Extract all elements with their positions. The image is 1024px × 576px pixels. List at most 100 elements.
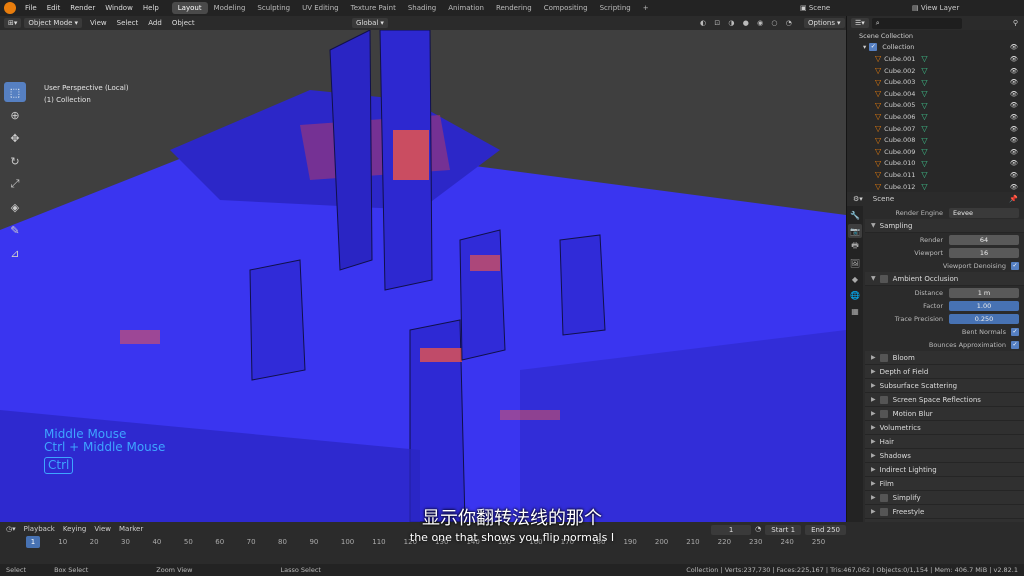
properties-panel-film[interactable]: ▶ Film	[865, 477, 1024, 491]
eye-icon[interactable]: 👁	[1010, 183, 1018, 191]
panel-checkbox[interactable]	[879, 409, 888, 418]
menu-file[interactable]: File	[20, 4, 42, 12]
bounces-row[interactable]: Bounces Approximation ✓	[865, 338, 1024, 351]
outliner-collection[interactable]: ▾ ✓ Collection 👁	[847, 42, 1024, 54]
view-layer-tab-icon[interactable]: 🖼	[848, 256, 862, 270]
outliner-item[interactable]: ▽ Cube.004 ▽ 👁	[847, 88, 1024, 100]
eye-icon[interactable]: 👁	[1010, 67, 1018, 75]
scale-icon[interactable]: ⤢	[4, 174, 26, 194]
end-frame-field[interactable]: End 250	[805, 525, 846, 535]
eye-icon[interactable]: 👁	[1010, 125, 1018, 133]
outliner-item[interactable]: ▽ Cube.005 ▽ 👁	[847, 100, 1024, 112]
panel-checkbox[interactable]	[879, 353, 888, 362]
properties-panel-shadows[interactable]: ▶ Shadows	[865, 449, 1024, 463]
options-dropdown[interactable]: Options ▾	[804, 18, 845, 28]
properties-editor-icon[interactable]: ⚙▾	[853, 195, 863, 203]
bent-normals-checkbox[interactable]: ✓	[1011, 327, 1019, 336]
add-workspace-icon[interactable]: +	[637, 2, 655, 14]
timeline-ruler[interactable]: 1102030405060708090100110120130140150160…	[0, 538, 846, 550]
tab-compositing[interactable]: Compositing	[538, 2, 594, 14]
factor-field[interactable]: 1.00	[949, 300, 1019, 311]
tab-shading[interactable]: Shading	[402, 2, 442, 14]
timeline-menu-playback[interactable]: Playback	[24, 525, 55, 533]
properties-panel-screen-space-reflections[interactable]: ▶ Screen Space Reflections	[865, 393, 1024, 407]
playhead[interactable]: 1	[26, 536, 40, 548]
tab-uv-editing[interactable]: UV Editing	[296, 2, 345, 14]
tab-layout[interactable]: Layout	[171, 2, 208, 14]
panel-checkbox[interactable]	[879, 507, 888, 516]
rotate-icon[interactable]: ↻	[4, 151, 26, 171]
tab-scripting[interactable]: Scripting	[594, 2, 637, 14]
eye-icon[interactable]: 👁	[1010, 136, 1018, 144]
outliner-item[interactable]: ▽ Cube.002 ▽ 👁	[847, 65, 1024, 77]
ambient-occlusion-panel[interactable]: ▼ Ambient Occlusion	[865, 272, 1024, 286]
distance-field[interactable]: 1 m	[949, 287, 1019, 298]
panel-checkbox[interactable]	[879, 395, 888, 404]
outliner-item[interactable]: ▽ Cube.010 ▽ 👁	[847, 158, 1024, 170]
outliner-item[interactable]: ▽ Cube.007 ▽ 👁	[847, 123, 1024, 135]
tool-tab-icon[interactable]: 🔧	[848, 208, 862, 222]
tab-modeling[interactable]: Modeling	[208, 2, 252, 14]
tab-rendering[interactable]: Rendering	[490, 2, 538, 14]
object-tab-icon[interactable]: ▦	[848, 304, 862, 318]
scene-tab-icon[interactable]: ◆	[848, 272, 862, 286]
pin-icon[interactable]: 📌	[1009, 195, 1018, 203]
outliner-item[interactable]: ▽ Cube.001 ▽ 👁	[847, 53, 1024, 65]
viewport-denoising-checkbox[interactable]: ✓	[1011, 261, 1019, 270]
properties-panel-bloom[interactable]: ▶ Bloom	[865, 351, 1024, 365]
transform-icon[interactable]: ◈	[4, 197, 26, 217]
sampling-panel[interactable]: ▼ Sampling	[865, 219, 1024, 233]
clock-icon[interactable]: ◔	[755, 525, 761, 535]
outliner-item[interactable]: ▽ Cube.012 ▽ 👁	[847, 181, 1024, 193]
timeline-menu-view[interactable]: View	[94, 525, 111, 533]
viewport-menu-select[interactable]: Select	[112, 19, 144, 27]
render-samples-field[interactable]: 64	[949, 234, 1019, 245]
viewport-menu-add[interactable]: Add	[143, 19, 167, 27]
collection-checkbox[interactable]: ✓	[869, 43, 878, 52]
outliner-item[interactable]: ▽ Cube.006 ▽ 👁	[847, 111, 1024, 123]
render-tab-icon[interactable]: 📷	[848, 224, 862, 238]
eye-icon[interactable]: 👁	[1010, 43, 1018, 51]
properties-panel-hair[interactable]: ▶ Hair	[865, 435, 1024, 449]
move-icon[interactable]: ✥	[4, 128, 26, 148]
tab-texture-paint[interactable]: Texture Paint	[345, 2, 402, 14]
cursor-icon[interactable]: ⊕	[4, 105, 26, 125]
timeline-menu-keying[interactable]: Keying	[63, 525, 87, 533]
tab-animation[interactable]: Animation	[442, 2, 490, 14]
filter-icon[interactable]: ⚲	[1013, 19, 1018, 27]
properties-panel-simplify[interactable]: ▶ Simplify	[865, 491, 1024, 505]
world-tab-icon[interactable]: 🌐	[848, 288, 862, 302]
trace-precision-field[interactable]: 0.250	[949, 313, 1019, 324]
properties-panel-depth-of-field[interactable]: ▶ Depth of Field	[865, 365, 1024, 379]
scene-selector[interactable]: ▣ Scene	[800, 4, 830, 12]
bounces-checkbox[interactable]: ✓	[1011, 340, 1019, 349]
select-box-icon[interactable]: ⬚	[4, 82, 26, 102]
menu-render[interactable]: Render	[65, 4, 100, 12]
outliner-item[interactable]: ▽ Cube.008 ▽ 👁	[847, 134, 1024, 146]
viewport-denoising-row[interactable]: Viewport Denoising ✓	[865, 259, 1024, 272]
render-engine-dropdown[interactable]: Eevee	[949, 207, 1019, 218]
menu-window[interactable]: Window	[100, 4, 138, 12]
timeline-editor-icon[interactable]: ◷▾	[6, 525, 16, 533]
properties-panel-freestyle[interactable]: ▶ Freestyle	[865, 505, 1024, 519]
annotate-icon[interactable]: ✎	[4, 220, 26, 240]
properties-panel-subsurface-scattering[interactable]: ▶ Subsurface Scattering	[865, 379, 1024, 393]
eye-icon[interactable]: 👁	[1010, 55, 1018, 63]
eye-icon[interactable]: 👁	[1010, 101, 1018, 109]
outliner-item[interactable]: ▽ Cube.003 ▽ 👁	[847, 76, 1024, 88]
eye-icon[interactable]: 👁	[1010, 78, 1018, 86]
outliner-item[interactable]: ▽ Cube.011 ▽ 👁	[847, 169, 1024, 181]
bent-normals-row[interactable]: Bent Normals ✓	[865, 325, 1024, 338]
start-frame-field[interactable]: Start 1	[765, 525, 802, 535]
blender-logo-icon[interactable]	[4, 2, 16, 14]
eye-icon[interactable]: 👁	[1010, 159, 1018, 167]
transform-orientation-dropdown[interactable]: Global ▾	[352, 18, 388, 28]
outliner-search-input[interactable]: ⌕	[871, 17, 962, 29]
outliner-scene-collection[interactable]: Scene Collection	[847, 30, 1024, 42]
navigation-gizmo[interactable]	[804, 34, 840, 184]
viewport-menu-object[interactable]: Object	[167, 19, 200, 27]
eye-icon[interactable]: 👁	[1010, 90, 1018, 98]
eye-icon[interactable]: 👁	[1010, 171, 1018, 179]
menu-edit[interactable]: Edit	[42, 4, 66, 12]
editor-type-icon[interactable]: ⊞▾	[4, 18, 22, 28]
